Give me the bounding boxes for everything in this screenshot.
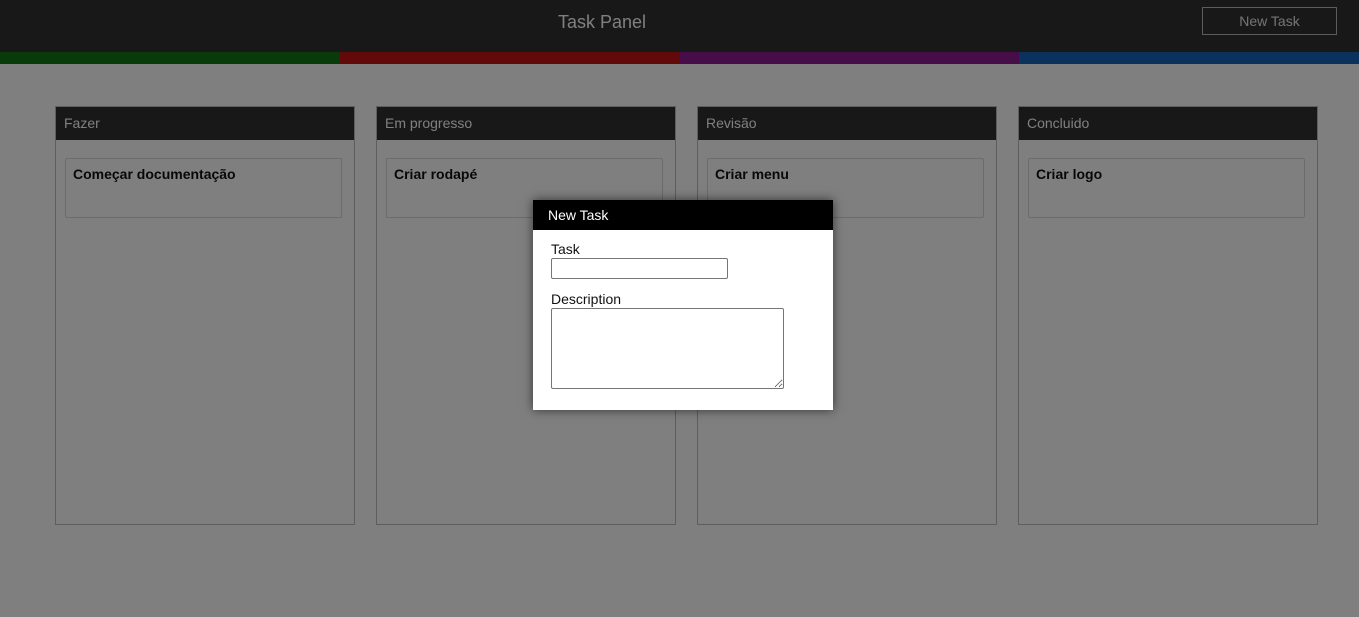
new-task-modal: New Task Task Description bbox=[533, 200, 833, 410]
modal-title: New Task bbox=[533, 200, 833, 230]
description-textarea[interactable] bbox=[551, 308, 784, 389]
task-input[interactable] bbox=[551, 258, 728, 279]
description-label: Description bbox=[551, 291, 622, 307]
task-label: Task bbox=[551, 241, 580, 257]
